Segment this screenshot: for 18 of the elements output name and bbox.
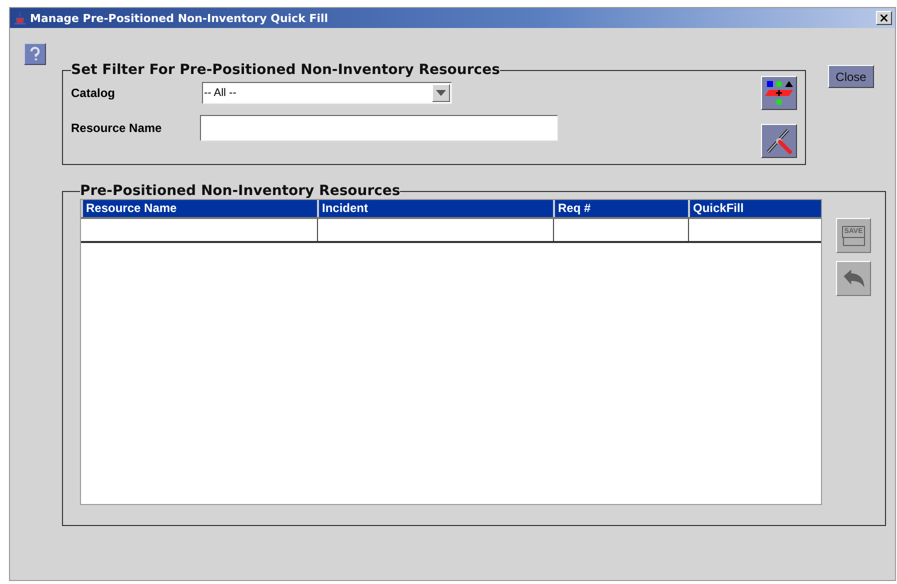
panel-title: Pre-Positioned Non-Inventory Resources: [80, 183, 400, 199]
panel-title: Set Filter For Pre-Positioned Non-Inventory Resources: [71, 62, 500, 78]
field-label: Catalog: [71, 86, 116, 100]
help-button[interactable]: [24, 43, 46, 65]
caret-icon: [436, 90, 446, 96]
catalog-dropdown[interactable]: -- All --: [202, 82, 452, 104]
cup-icon: [13, 11, 27, 25]
squeegee-button[interactable]: [761, 124, 797, 158]
column-header[interactable]: QuickFill: [688, 200, 821, 217]
close-button[interactable]: Close: [828, 65, 874, 88]
field-label: Resource Name: [71, 121, 163, 135]
window-title: Manage Pre-Positioned Non-Inventory Quick Fill: [30, 12, 330, 24]
close-icon[interactable]: [876, 11, 892, 25]
filter-button[interactable]: [761, 76, 797, 110]
column-header[interactable]: Req #: [553, 200, 688, 217]
column-header[interactable]: Resource Name: [81, 200, 317, 217]
resource-name-field[interactable]: [200, 115, 558, 141]
column-header[interactable]: Incident: [317, 200, 553, 217]
